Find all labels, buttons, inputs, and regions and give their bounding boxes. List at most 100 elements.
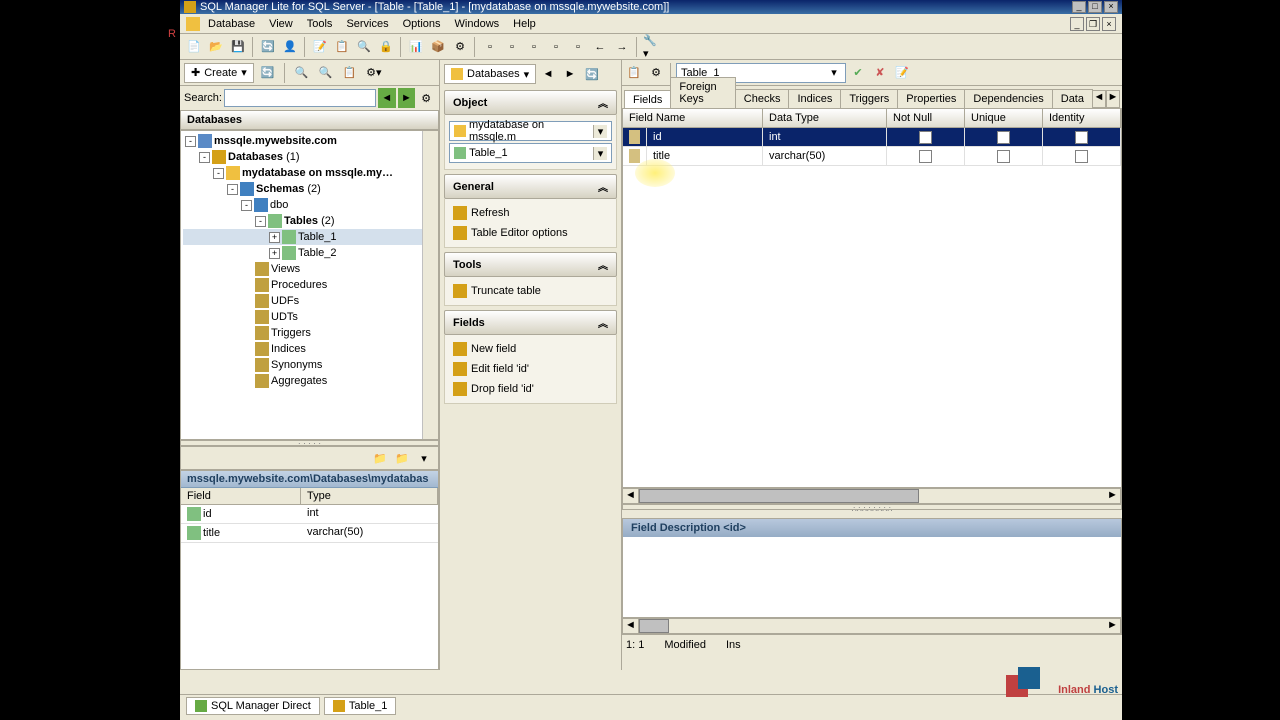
expand-icon[interactable]: + — [269, 248, 280, 259]
new-field-action[interactable]: New field — [449, 339, 612, 359]
tree-databases[interactable]: Databases — [228, 151, 283, 163]
tab-checks[interactable]: Checks — [735, 89, 790, 108]
toolbar-button[interactable]: 💾 — [228, 37, 248, 57]
notnull-checkbox[interactable] — [919, 150, 932, 163]
expand-icon[interactable]: - — [255, 216, 266, 227]
database-combo[interactable]: mydatabase on mssqle.m▾ — [449, 121, 612, 141]
expand-icon[interactable]: - — [241, 200, 252, 211]
expand-icon[interactable]: - — [213, 168, 224, 179]
scroll-left-button[interactable]: ◄ — [623, 619, 639, 633]
toolbar-button[interactable]: 🔍 — [316, 63, 336, 83]
unique-checkbox[interactable] — [997, 131, 1010, 144]
toolbar-button[interactable]: ◄ — [538, 64, 558, 84]
col-unique[interactable]: Unique — [965, 109, 1043, 127]
toolbar-button[interactable]: 🔍 — [354, 37, 374, 57]
window-tab-table1[interactable]: Table_1 — [324, 697, 397, 715]
tools-section-header[interactable]: Tools︽ — [444, 252, 617, 277]
toolbar-button[interactable]: ⚙▾ — [364, 63, 384, 83]
expand-icon[interactable]: - — [185, 136, 196, 147]
mdi-minimize-button[interactable]: _ — [1070, 17, 1084, 31]
toolbar-button[interactable]: 🔄 — [258, 37, 278, 57]
database-tree[interactable]: -mssqle.mywebsite.com -Databases (1) -my… — [180, 130, 439, 440]
expand-icon[interactable]: - — [199, 152, 210, 163]
tree-table-2[interactable]: Table_2 — [298, 247, 337, 259]
menu-database[interactable]: Database — [202, 16, 261, 32]
tree-indices[interactable]: Indices — [271, 343, 306, 355]
toolbar-button[interactable]: 📊 — [406, 37, 426, 57]
search-next-button[interactable]: ► — [398, 88, 416, 108]
create-button[interactable]: ✚ Create ▾ — [184, 63, 254, 83]
rollback-button[interactable]: ✘ — [870, 63, 890, 83]
col-data-type[interactable]: Data Type — [763, 109, 887, 127]
tree-udts[interactable]: UDTs — [271, 311, 298, 323]
col-field[interactable]: Field — [181, 488, 301, 504]
cell-name[interactable]: id — [647, 128, 763, 147]
col-identity[interactable]: Identity — [1043, 109, 1121, 127]
tab-scroll-left[interactable]: ◄ — [1092, 90, 1106, 108]
toolbar-button[interactable]: ▫ — [568, 37, 588, 57]
toolbar-button[interactable]: ⚙ — [646, 63, 666, 83]
tree-synonyms[interactable]: Synonyms — [271, 359, 322, 371]
editor-options-action[interactable]: Table Editor options — [449, 223, 612, 243]
toolbar-button[interactable]: ▫ — [480, 37, 500, 57]
toolbar-button[interactable]: 🔧▾ — [642, 37, 662, 57]
scroll-right-button[interactable]: ► — [1105, 489, 1121, 503]
tree-table-1[interactable]: Table_1 — [298, 231, 337, 243]
toolbar-button[interactable]: 📄 — [184, 37, 204, 57]
tree-views[interactable]: Views — [271, 263, 300, 275]
toolbar-button[interactable]: ⚙ — [450, 37, 470, 57]
toolbar-button[interactable]: ▾ — [414, 448, 434, 468]
tree-tables[interactable]: Tables — [284, 215, 318, 227]
field-row[interactable]: id int — [623, 128, 1121, 147]
scroll-thumb[interactable] — [639, 489, 919, 503]
toolbar-button[interactable]: 🔒 — [376, 37, 396, 57]
tree-schema-dbo[interactable]: dbo — [270, 199, 288, 211]
toolbar-button[interactable]: ▫ — [502, 37, 522, 57]
truncate-action[interactable]: Truncate table — [449, 281, 612, 301]
toolbar-button[interactable]: 📁 — [370, 448, 390, 468]
general-section-header[interactable]: General︽ — [444, 174, 617, 199]
toolbar-button[interactable]: 📝 — [310, 37, 330, 57]
refresh-action[interactable]: Refresh — [449, 203, 612, 223]
toolbar-button[interactable]: 📦 — [428, 37, 448, 57]
minimize-button[interactable]: _ — [1072, 1, 1086, 13]
toolbar-button[interactable]: ▫ — [524, 37, 544, 57]
tab-dependencies[interactable]: Dependencies — [964, 89, 1052, 108]
toolbar-button[interactable]: 📋 — [624, 63, 644, 83]
menu-services[interactable]: Services — [340, 16, 394, 32]
close-button[interactable]: × — [1104, 1, 1118, 13]
preview-row[interactable]: id int — [181, 505, 438, 524]
toolbar-button[interactable]: 📋 — [340, 63, 360, 83]
field-row[interactable]: title varchar(50) — [623, 147, 1121, 166]
tree-aggregates[interactable]: Aggregates — [271, 375, 327, 387]
col-type[interactable]: Type — [301, 488, 438, 504]
tree-procedures[interactable]: Procedures — [271, 279, 327, 291]
splitter[interactable]: ∴∴∴∴∴∴∴∴ — [622, 504, 1122, 510]
scrollbar[interactable] — [422, 131, 438, 439]
refresh-button[interactable]: 🔄 — [258, 63, 278, 83]
search-input[interactable] — [224, 89, 376, 107]
menu-help[interactable]: Help — [507, 16, 542, 32]
toolbar-button[interactable]: 📂 — [206, 37, 226, 57]
tab-fields[interactable]: Fields — [624, 90, 671, 109]
col-field-name[interactable]: Field Name — [623, 109, 763, 127]
expand-icon[interactable]: - — [227, 184, 238, 195]
description-body[interactable] — [623, 537, 1121, 617]
cell-type[interactable]: int — [763, 128, 887, 147]
toolbar-button[interactable]: 🔄 — [582, 64, 602, 84]
tree-triggers[interactable]: Triggers — [271, 327, 311, 339]
toolbar-button[interactable]: ▫ — [546, 37, 566, 57]
mdi-restore-button[interactable]: ❐ — [1086, 17, 1100, 31]
notnull-checkbox[interactable] — [919, 131, 932, 144]
toolbar-button[interactable]: 📝 — [892, 63, 912, 83]
databases-dropdown[interactable]: Databases ▾ — [444, 64, 536, 84]
search-options-button[interactable]: ⚙ — [417, 88, 435, 108]
expand-icon[interactable]: + — [269, 232, 280, 243]
toolbar-button[interactable]: 📋 — [332, 37, 352, 57]
mdi-close-button[interactable]: × — [1102, 17, 1116, 31]
col-not-null[interactable]: Not Null — [887, 109, 965, 127]
toolbar-button[interactable]: 👤 — [280, 37, 300, 57]
toolbar-button[interactable]: → — [612, 37, 632, 57]
menu-windows[interactable]: Windows — [449, 16, 506, 32]
tree-server[interactable]: mssqle.mywebsite.com — [214, 135, 337, 147]
